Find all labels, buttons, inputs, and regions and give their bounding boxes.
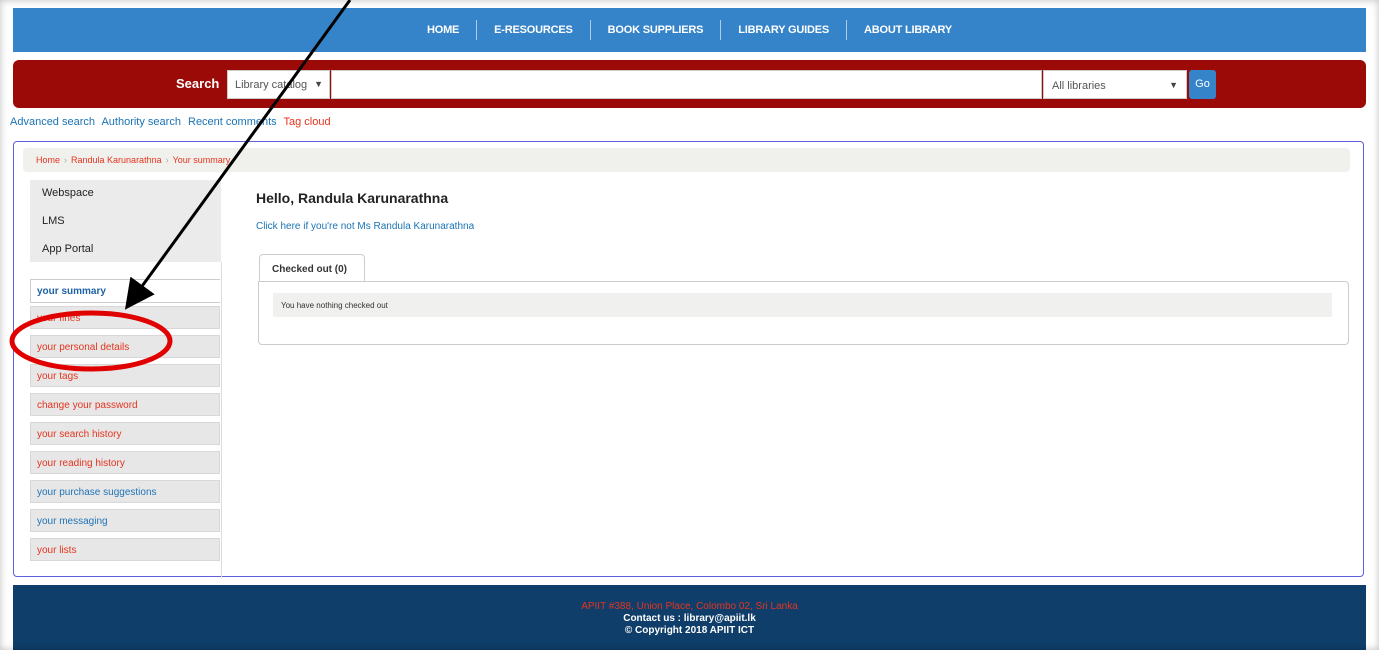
advanced-search-link[interactable]: Advanced search (10, 116, 95, 128)
breadcrumb-current-link[interactable]: Your summary (173, 155, 231, 165)
not-you-link[interactable]: Click here if you're not Ms Randula Karu… (256, 221, 474, 232)
authority-search-link[interactable]: Authority search (101, 116, 180, 128)
user-nav-change-password[interactable]: change your password (30, 393, 220, 416)
quick-link-app-portal[interactable]: App Portal (42, 243, 93, 255)
nav-about-library-link[interactable]: ABOUT LIBRARY (847, 24, 969, 36)
search-bar: Search Library catalog ▼ All libraries ▼… (13, 60, 1366, 108)
branch-select[interactable]: All libraries ▼ (1043, 70, 1187, 99)
recent-comments-link[interactable]: Recent comments (188, 116, 277, 128)
go-button[interactable]: Go (1189, 70, 1216, 99)
top-navigation: HOME E-RESOURCES BOOK SUPPLIERS LIBRARY … (13, 8, 1366, 52)
footer-copyright: © Copyright 2018 APIIT ICT (624, 625, 755, 636)
nav-home-link[interactable]: HOME (410, 24, 476, 36)
breadcrumb-user-link[interactable]: Randula Karunarathna (71, 155, 162, 165)
search-input[interactable] (331, 70, 1042, 99)
footer: APIIT #388, Union Place, Colombo 02, Sri… (13, 585, 1366, 650)
dropdown-arrow-icon: ▼ (314, 79, 323, 89)
breadcrumb-home-link[interactable]: Home (36, 155, 60, 165)
breadcrumb-divider: › (64, 155, 68, 165)
user-nav-summary[interactable]: your summary (30, 279, 220, 303)
user-nav-tags[interactable]: your tags (30, 364, 220, 387)
breadcrumb-divider: › (165, 155, 169, 165)
search-label: Search (176, 76, 220, 91)
user-nav-reading-history[interactable]: your reading history (30, 451, 220, 474)
tag-cloud-link[interactable]: Tag cloud (284, 116, 331, 128)
nav-library-guides-link[interactable]: LIBRARY GUIDES (721, 24, 846, 36)
breadcrumb: Home › Randula Karunarathna › Your summary (23, 148, 1350, 172)
footer-address: APIIT #388, Union Place, Colombo 02, Sri… (581, 601, 798, 612)
user-nav-lists[interactable]: your lists (30, 538, 220, 561)
quick-links: Webspace LMS App Portal (30, 180, 221, 262)
branch-select-value: All libraries (1052, 80, 1106, 92)
nav-e-resources-link[interactable]: E-RESOURCES (477, 24, 589, 36)
dropdown-arrow-icon: ▼ (1169, 80, 1178, 90)
user-nav-fines[interactable]: your fines (30, 306, 220, 329)
user-nav-divider (221, 262, 222, 578)
empty-checkouts-message: You have nothing checked out (273, 293, 1332, 317)
nav-book-suppliers-link[interactable]: BOOK SUPPLIERS (591, 24, 721, 36)
user-nav-search-history[interactable]: your search history (30, 422, 220, 445)
user-nav-personal-details[interactable]: your personal details (30, 335, 220, 358)
user-nav-messaging[interactable]: your messaging (30, 509, 220, 532)
search-index-select[interactable]: Library catalog ▼ (227, 70, 330, 99)
greeting-heading: Hello, Randula Karunarathna (256, 190, 449, 206)
quick-link-webspace[interactable]: Webspace (42, 187, 94, 199)
more-searches: Advanced search Authority search Recent … (10, 116, 335, 128)
tab-checked-out[interactable]: Checked out (0) (259, 254, 365, 282)
quick-link-lms[interactable]: LMS (42, 215, 65, 227)
footer-contact: Contact us : library@apiit.lk (623, 613, 756, 624)
user-nav-purchase-suggestions[interactable]: your purchase suggestions (30, 480, 220, 503)
search-index-value: Library catalog (235, 79, 308, 91)
